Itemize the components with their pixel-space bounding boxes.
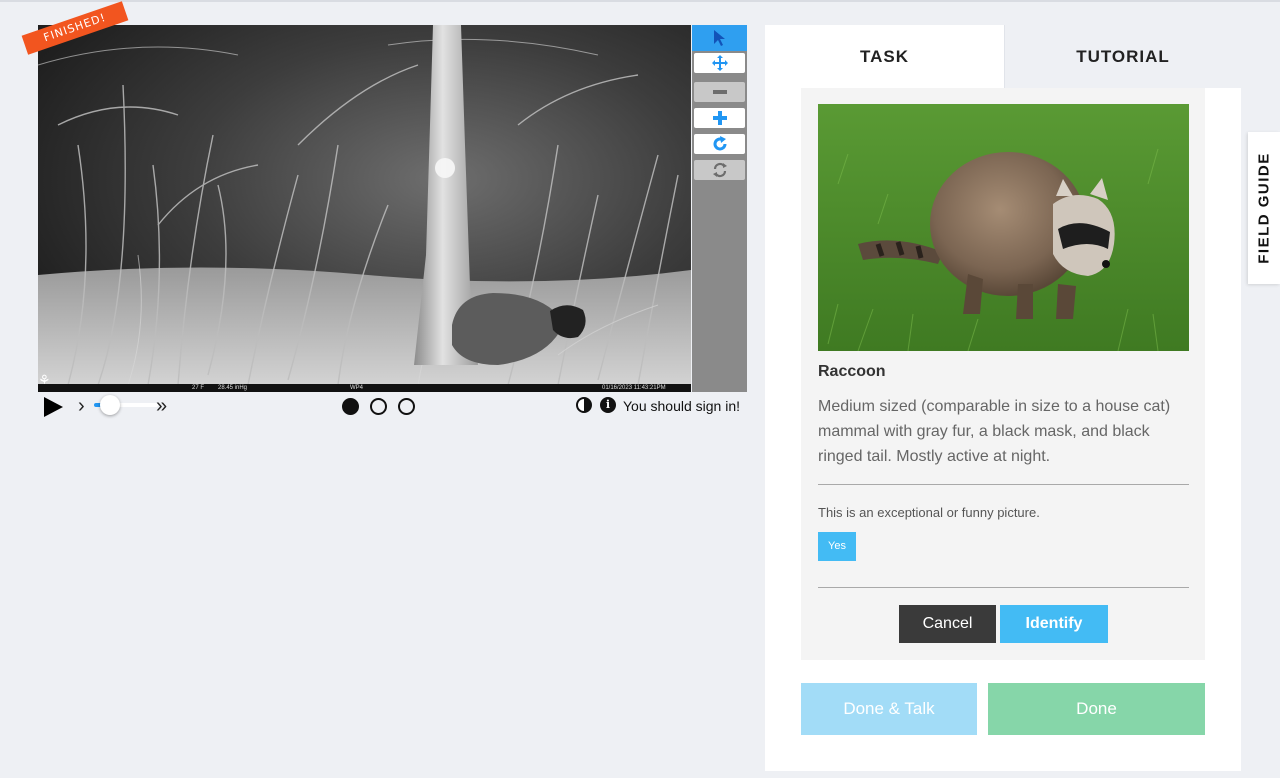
panel-tabs: TASK TUTORIAL: [765, 25, 1241, 88]
camera-trap-image[interactable]: ⚘ 27 F 28.45 inHg WP4 01/16/2023 11:43:2…: [38, 25, 691, 392]
play-icon[interactable]: [44, 397, 63, 417]
rotate-icon: [713, 136, 726, 151]
slower-icon[interactable]: ›: [78, 394, 85, 418]
night-forest-scene: [38, 25, 691, 392]
field-guide-tab[interactable]: FIELD GUIDE: [1248, 132, 1280, 284]
done-button[interactable]: Done: [988, 683, 1205, 735]
minus-icon: [712, 90, 727, 94]
species-description: Medium sized (comparable in size to a ho…: [818, 398, 1171, 465]
field-guide-label: FIELD GUIDE: [1255, 152, 1273, 264]
task-panel: TASK TUTORIAL Raccoon Medium sized (comp…: [765, 25, 1241, 771]
rotate-tool[interactable]: [694, 134, 745, 154]
faster-icon[interactable]: »: [156, 394, 167, 418]
raccoon-reference-image: [818, 104, 1189, 351]
divider: [818, 484, 1189, 485]
playback-controls: › » i You should sign in!: [38, 394, 747, 418]
frame-3-dot[interactable]: [398, 398, 415, 415]
plus-icon: [712, 111, 727, 125]
temperature-readout: 27 F: [192, 385, 205, 391]
move-icon: [711, 55, 728, 71]
zoom-in-tool[interactable]: [694, 108, 745, 128]
reset-tool[interactable]: [694, 160, 745, 180]
done-and-talk-button[interactable]: Done & Talk: [801, 683, 977, 735]
divider: [818, 587, 1189, 588]
cancel-button[interactable]: Cancel: [899, 605, 996, 643]
question-text: This is an exceptional or funny picture.: [818, 505, 1040, 520]
pressure-readout: 28.45 inHg: [218, 385, 248, 391]
species-choice-card: Raccoon Medium sized (comparable in size…: [801, 88, 1205, 660]
speed-slider-handle[interactable]: [100, 395, 120, 415]
species-name: Raccoon: [818, 363, 886, 380]
yes-button[interactable]: Yes: [818, 532, 856, 561]
camera-info-strip: 27 F 28.45 inHg WP4 01/16/2023 11:43:21P…: [38, 384, 691, 392]
subject-viewer: ⚘ 27 F 28.45 inHg WP4 01/16/2023 11:43:2…: [38, 25, 747, 392]
identify-button[interactable]: Identify: [1000, 605, 1108, 643]
zoom-out-tool[interactable]: [694, 82, 745, 102]
frame-1-dot[interactable]: [342, 398, 359, 415]
raccoon-photo: [818, 104, 1189, 351]
timestamp: 01/16/2023 11:43:21PM: [602, 385, 666, 391]
move-tool[interactable]: [694, 53, 745, 73]
tab-task[interactable]: TASK: [765, 25, 1004, 88]
image-toolbar: [692, 25, 747, 392]
sign-in-message[interactable]: You should sign in!: [623, 397, 740, 415]
invert-colors-icon[interactable]: [576, 397, 592, 413]
info-icon[interactable]: i: [600, 397, 616, 413]
pointer-icon: [713, 30, 725, 46]
top-border: [0, 0, 1280, 2]
frame-2-dot[interactable]: [370, 398, 387, 415]
tab-tutorial[interactable]: TUTORIAL: [1004, 25, 1241, 88]
camera-id: WP4: [350, 385, 364, 391]
pointer-tool[interactable]: [692, 25, 747, 51]
reset-icon: [712, 162, 727, 178]
